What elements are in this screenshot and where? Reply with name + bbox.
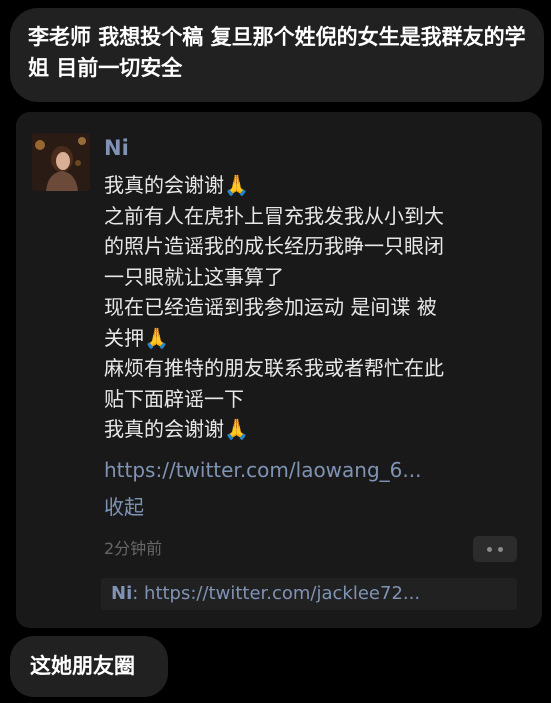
praying-hands-icon: 🙏 bbox=[224, 173, 249, 197]
moment-card: Ni 我真的会谢谢🙏 之前有人在虎扑上冒充我发我从小到大 的照片造谣我的成长经历我睁… bbox=[16, 112, 542, 628]
post-line: 之前有人在虎扑上冒充我发我从小到大 bbox=[104, 201, 524, 232]
post-line-text: 之前有人在虎扑上冒充我发我从小到大 bbox=[104, 203, 444, 228]
comment-item[interactable]: Ni: https://twitter.com/jacklee72... bbox=[101, 578, 517, 610]
avatar-photo-icon bbox=[32, 133, 90, 191]
more-options-button[interactable] bbox=[473, 536, 517, 562]
praying-hands-icon: 🙏 bbox=[144, 325, 169, 350]
comment-text: https://twitter.com/jacklee72... bbox=[144, 583, 421, 604]
post-line-text: 的照片造谣我的成长经历我睁一只眼闭 bbox=[104, 234, 444, 258]
post-line: 麻烦有推特的朋友联系我或者帮忙在此 bbox=[104, 353, 524, 384]
message-text: 李老师 我想投个稿 复旦那个姓倪的女生是我群友的学姐 目前一切安全 bbox=[28, 25, 526, 80]
timestamp: 2分钟前 bbox=[104, 539, 163, 558]
post-line: 现在已经造谣到我参加运动 是间谍 被 bbox=[104, 292, 524, 323]
message-text: 这她朋友圈 bbox=[30, 654, 135, 678]
dot-icon bbox=[487, 546, 492, 552]
avatar[interactable] bbox=[32, 133, 90, 191]
post-line: 关押🙏 bbox=[104, 323, 524, 354]
post-line-text: 我真的会谢谢 bbox=[104, 417, 224, 441]
post-line-text: 一只眼就让这事算了 bbox=[104, 264, 284, 289]
post-line: 我真的会谢谢🙏 bbox=[104, 170, 524, 201]
post-line-text: 麻烦有推特的朋友联系我或者帮忙在此 bbox=[104, 356, 444, 380]
post-line: 的照片造谣我的成长经历我睁一只眼闭 bbox=[104, 231, 524, 262]
praying-hands-icon: 🙏 bbox=[224, 417, 249, 441]
comment-separator: : bbox=[132, 583, 145, 604]
message-bubble-bottom: 这她朋友圈 bbox=[10, 636, 168, 697]
post-line: 贴下面辟谣一下 bbox=[104, 384, 524, 415]
post-line-text: 我真的会谢谢 bbox=[104, 173, 224, 197]
collapse-button[interactable]: 收起 bbox=[104, 492, 144, 522]
comment-author[interactable]: Ni bbox=[111, 583, 132, 604]
post-line: 一只眼就让这事算了 bbox=[104, 262, 524, 293]
message-bubble-top: 李老师 我想投个稿 复旦那个姓倪的女生是我群友的学姐 目前一切安全 bbox=[10, 8, 544, 102]
post-line-text: 贴下面辟谣一下 bbox=[104, 386, 244, 411]
author-name[interactable]: Ni bbox=[104, 136, 129, 160]
post-body: 我真的会谢谢🙏 之前有人在虎扑上冒充我发我从小到大 的照片造谣我的成长经历我睁一只眼… bbox=[104, 170, 524, 445]
dot-icon bbox=[498, 546, 503, 552]
post-link[interactable]: https://twitter.com/laowang_6... bbox=[104, 455, 524, 485]
post-line-text: 关押 bbox=[104, 325, 144, 350]
post-line: 我真的会谢谢🙏 bbox=[104, 414, 524, 445]
post-line-text: 现在已经造谣到我参加运动 是间谍 被 bbox=[104, 295, 437, 319]
